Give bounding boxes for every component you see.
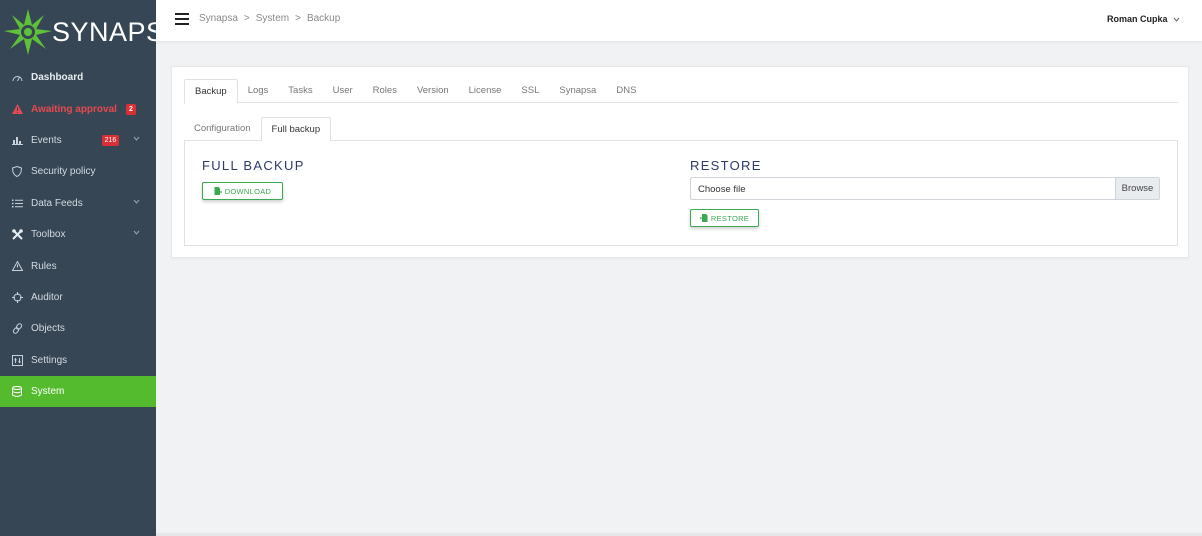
database-icon [11,386,23,398]
user-menu[interactable]: Roman Cupka [1107,14,1180,24]
sidebar-item-label: Events [31,134,62,146]
tab-roles[interactable]: Roles [363,79,407,103]
warning-triangle-icon [11,103,23,115]
sidebar-item-dashboard[interactable]: Dashboard [0,62,156,93]
sidebar-item-label: Toolbox [31,229,66,241]
sidebar-item-label: Auditor [31,291,63,303]
sidebar-item-security-policy[interactable]: Security policy [0,156,156,187]
tab-backup[interactable]: Backup [184,79,238,104]
tab-ssl[interactable]: SSL [511,79,549,103]
link-icon [11,323,23,335]
hamburger-menu-icon[interactable] [175,13,189,28]
sidebar-item-label: Settings [31,354,68,366]
sidebar-item-label: Dashboard [31,72,84,84]
browse-button[interactable]: Browse [1115,178,1159,199]
sidebar-item-label: System [31,386,65,398]
user-name: Roman Cupka [1106,14,1168,24]
breadcrumb-separator: > [243,13,250,24]
tab-synapsa[interactable]: Synapsa [549,79,606,103]
settings-panel-icon [11,354,23,366]
breadcrumb: Synapsa > System > Backup [199,13,340,24]
tab-dns[interactable]: DNS [606,79,646,103]
backup-subtabs: Configuration Full backup [184,117,1178,142]
tab-license[interactable]: License [459,79,512,103]
list-icon [11,197,23,209]
crosshair-icon [11,291,23,303]
events-count-badge: 216 [101,134,120,146]
sidebar-item-label: Security policy [31,166,96,178]
download-label: DOWNLOAD [224,186,272,196]
sidebar: SYNAPSA Dashboard Awaiting approval 2 Ev… [0,0,183,536]
sidebar-nav: Dashboard Awaiting approval 2 Events 216… [0,62,156,408]
restore-file-input[interactable]: Choose file Browse [690,177,1160,200]
tab-user[interactable]: User [323,79,363,103]
sidebar-item-label: Data Feeds [31,197,83,209]
dashboard-gauge-icon [11,72,23,84]
file-download-icon [214,187,222,195]
sidebar-item-rules[interactable]: Rules [0,250,156,281]
bar-chart-icon [11,134,23,146]
download-button[interactable]: DOWNLOAD [202,182,283,200]
sidebar-item-data-feeds[interactable]: Data Feeds [0,188,156,219]
restore-button[interactable]: RESTORE [690,209,759,227]
breadcrumb-item-backup: Backup [306,13,341,24]
sidebar-item-auditor[interactable]: Auditor [0,282,156,313]
sidebar-item-toolbox[interactable]: Toolbox [0,219,156,250]
chevron-down-icon[interactable] [133,230,140,235]
chevron-down-icon[interactable] [133,136,140,141]
sidebar-item-events[interactable]: Events 216 [0,125,156,156]
synapsa-star-icon [4,9,52,55]
tab-tasks[interactable]: Tasks [278,79,322,103]
awaiting-count-badge: 2 [125,103,136,115]
file-upload-icon [699,214,708,222]
sidebar-item-label: Awaiting approval [31,103,117,115]
backup-card: Backup Logs Tasks User Roles Version Lic… [171,66,1189,258]
restore-label: RESTORE [710,213,750,223]
subtab-full-backup[interactable]: Full backup [260,117,332,142]
sidebar-item-settings[interactable]: Settings [0,345,156,376]
chevron-down-icon[interactable] [133,199,140,204]
breadcrumb-item-system[interactable]: System [256,13,289,24]
tab-logs[interactable]: Logs [238,79,279,103]
sidebar-item-system[interactable]: System [0,375,156,408]
system-tabs: Backup Logs Tasks User Roles Version Lic… [184,79,1178,104]
tab-version[interactable]: Version [407,79,459,103]
full-backup-title: FULL BACKUP [202,158,305,173]
restore-title: RESTORE [690,158,762,173]
sidebar-item-label: Objects [31,323,65,335]
top-header: Synapsa > System > Backup Roman Cupka [156,0,1202,41]
tools-icon [11,229,23,241]
sidebar-item-awaiting-approval[interactable]: Awaiting approval 2 [0,93,156,124]
breadcrumb-item-synapsa[interactable]: Synapsa [199,13,238,24]
file-input-label: Choose file [698,184,746,195]
warning-outline-icon [11,260,23,272]
sidebar-item-label: Rules [31,260,57,272]
sidebar-item-objects[interactable]: Objects [0,313,156,344]
full-backup-panel: FULL BACKUP DOWNLOAD RESTORE Choose file… [184,140,1178,246]
synapsa-logo[interactable]: SYNAPSA [0,0,183,62]
shield-icon [11,166,23,178]
subtab-configuration[interactable]: Configuration [184,117,261,141]
chevron-down-icon [1173,17,1180,22]
breadcrumb-separator: > [295,13,301,24]
